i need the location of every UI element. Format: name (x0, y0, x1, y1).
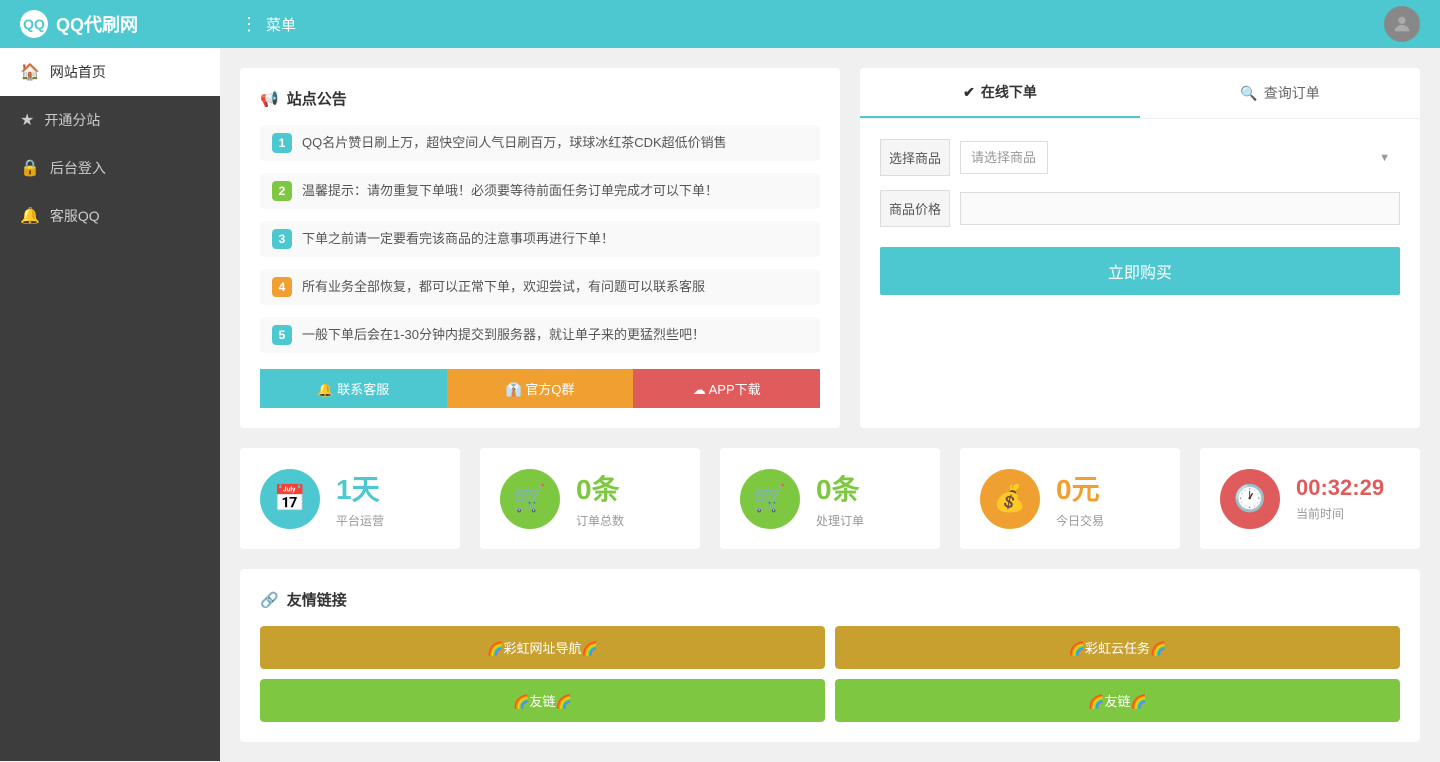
badge-2: 2 (272, 181, 292, 201)
announcement-text-2: 温馨提示：请勿重复下单哦！必须要等待前面任务订单完成才可以下单！ (302, 181, 718, 201)
announcement-text-3: 下单之前请一定要看完该商品的注意事项再进行下单！ (302, 229, 614, 249)
stat-card-today-trade: 💰 0元 今日交易 (960, 448, 1180, 549)
order-panel-body: 选择商品 请选择商品 商品价格 立即购买 (860, 119, 1420, 315)
product-select-row: 选择商品 请选择商品 (880, 139, 1400, 176)
today-trade-info: 0元 今日交易 (1056, 468, 1160, 529)
platform-days-info: 1天 平台运营 (336, 468, 440, 529)
friendly-links-title: 🔗 友情链接 (260, 589, 1400, 610)
current-time-value: 00:32:29 (1296, 475, 1400, 501)
app-download-button[interactable]: ☁ APP下载 (633, 369, 820, 408)
buy-button[interactable]: 立即购买 (880, 247, 1400, 295)
today-trade-value: 0元 (1056, 468, 1160, 508)
badge-1: 1 (272, 133, 292, 153)
tab-query-order[interactable]: 🔍 查询订单 (1140, 68, 1420, 118)
main-content: 📢 站点公告 1 QQ名片赞日刷上万，超快空间人气日刷百万，球球冰红茶CDK超低… (220, 48, 1440, 762)
announcement-item-5: 5 一般下单后会在1-30分钟内提交到服务器，就让单子来的更猛烈些吧！ (260, 317, 820, 353)
announcement-item-4: 4 所有业务全部恢复，都可以正常下单，欢迎尝试，有问题可以联系客服 (260, 269, 820, 305)
tab-online-order[interactable]: ✔ 在线下单 (860, 68, 1140, 118)
announcement-text-4: 所有业务全部恢复，都可以正常下单，欢迎尝试，有问题可以联系客服 (302, 277, 705, 297)
link-rainbow-task[interactable]: 🌈彩虹云任务🌈 (835, 626, 1400, 669)
stat-card-platform-days: 📅 1天 平台运营 (240, 448, 460, 549)
announcement-item-2: 2 温馨提示：请勿重复下单哦！必须要等待前面任务订单完成才可以下单！ (260, 173, 820, 209)
current-time-icon: 🕐 (1220, 469, 1280, 529)
link-rainbow-nav[interactable]: 🌈彩虹网址导航🌈 (260, 626, 825, 669)
friendly-links-card: 🔗 友情链接 🌈彩虹网址导航🌈 🌈彩虹云任务🌈 🌈友链🌈 🌈友链🌈 (240, 569, 1420, 742)
processing-orders-info: 0条 处理订单 (816, 468, 920, 529)
price-label: 商品价格 (880, 190, 950, 227)
link-friend-2[interactable]: 🌈友链🌈 (835, 679, 1400, 722)
lock-icon: 🔒 (20, 158, 40, 178)
badge-3: 3 (272, 229, 292, 249)
today-trade-label: 今日交易 (1056, 512, 1160, 529)
top-section: 📢 站点公告 1 QQ名片赞日刷上万，超快空间人气日刷百万，球球冰红茶CDK超低… (240, 68, 1420, 428)
announcement-item-1: 1 QQ名片赞日刷上万，超快空间人气日刷百万，球球冰红茶CDK超低价销售 (260, 125, 820, 161)
product-select-label: 选择商品 (880, 139, 950, 176)
stat-card-total-orders: 🛒 0条 订单总数 (480, 448, 700, 549)
announcement-icon: 📢 (260, 90, 279, 108)
announcement-buttons: 🔔 联系客服 👔 官方Q群 ☁ APP下载 (260, 369, 820, 408)
menu-button[interactable]: ⋮ 菜单 (240, 14, 296, 35)
platform-days-value: 1天 (336, 468, 440, 508)
badge-4: 4 (272, 277, 292, 297)
announcement-text-1: QQ名片赞日刷上万，超快空间人气日刷百万，球球冰红茶CDK超低价销售 (302, 133, 727, 153)
menu-dots-icon: ⋮ (240, 14, 260, 35)
sidebar-item-home[interactable]: 🏠 网站首页 (0, 48, 220, 96)
announcement-text-5: 一般下单后会在1-30分钟内提交到服务器，就让单子来的更猛烈些吧！ (302, 325, 705, 345)
links-icon: 🔗 (260, 591, 279, 609)
announcement-item-3: 3 下单之前请一定要看完该商品的注意事项再进行下单！ (260, 221, 820, 257)
sidebar-item-substation[interactable]: ★ 开通分站 (0, 96, 220, 144)
order-panel: ✔ 在线下单 🔍 查询订单 选择商品 请选择商品 (860, 68, 1420, 428)
announcement-card: 📢 站点公告 1 QQ名片赞日刷上万，超快空间人气日刷百万，球球冰红茶CDK超低… (240, 68, 840, 428)
price-row: 商品价格 (880, 190, 1400, 227)
processing-orders-icon: 🛒 (740, 469, 800, 529)
today-trade-icon: 💰 (980, 469, 1040, 529)
contact-customer-button[interactable]: 🔔 联系客服 (260, 369, 447, 408)
sidebar: 🏠 网站首页 ★ 开通分站 🔒 后台登入 🔔 客服QQ (0, 48, 220, 761)
sidebar-label-admin: 后台登入 (50, 158, 106, 178)
star-icon: ★ (20, 110, 34, 130)
stat-card-current-time: 🕐 00:32:29 当前时间 (1200, 448, 1420, 549)
query-order-icon: 🔍 (1240, 85, 1257, 102)
order-tabs: ✔ 在线下单 🔍 查询订单 (860, 68, 1420, 119)
processing-orders-value: 0条 (816, 468, 920, 508)
price-input[interactable] (960, 192, 1400, 225)
current-time-info: 00:32:29 当前时间 (1296, 475, 1400, 522)
stat-card-processing-orders: 🛒 0条 处理订单 (720, 448, 940, 549)
sidebar-item-admin[interactable]: 🔒 后台登入 (0, 144, 220, 192)
query-order-label: 查询订单 (1264, 83, 1320, 103)
menu-label: 菜单 (266, 14, 296, 35)
total-orders-info: 0条 订单总数 (576, 468, 680, 529)
bell-icon: 🔔 (20, 206, 40, 226)
processing-orders-label: 处理订单 (816, 512, 920, 529)
total-orders-label: 订单总数 (576, 512, 680, 529)
site-logo: QQ QQ代刷网 (20, 10, 240, 38)
platform-days-label: 平台运营 (336, 512, 440, 529)
online-order-label: 在线下单 (981, 82, 1037, 102)
current-time-label: 当前时间 (1296, 505, 1400, 522)
logo-icon: QQ (20, 10, 48, 38)
link-friend-1[interactable]: 🌈友链🌈 (260, 679, 825, 722)
top-navigation: QQ QQ代刷网 ⋮ 菜单 (0, 0, 1440, 48)
sidebar-label-home: 网站首页 (50, 62, 106, 82)
links-grid: 🌈彩虹网址导航🌈 🌈彩虹云任务🌈 🌈友链🌈 🌈友链🌈 (260, 626, 1400, 722)
total-orders-value: 0条 (576, 468, 680, 508)
badge-5: 5 (272, 325, 292, 345)
home-icon: 🏠 (20, 62, 40, 82)
product-select-wrapper: 请选择商品 (960, 141, 1400, 174)
platform-days-icon: 📅 (260, 469, 320, 529)
sidebar-label-customer-qq: 客服QQ (50, 206, 100, 226)
site-title: QQ代刷网 (56, 11, 138, 37)
sidebar-item-customer-qq[interactable]: 🔔 客服QQ (0, 192, 220, 240)
user-avatar[interactable] (1384, 6, 1420, 42)
sidebar-label-substation: 开通分站 (44, 110, 100, 130)
qq-group-button[interactable]: 👔 官方Q群 (447, 369, 634, 408)
online-order-icon: ✔ (963, 84, 975, 101)
product-select[interactable]: 请选择商品 (960, 141, 1048, 174)
stats-row: 📅 1天 平台运营 🛒 0条 订单总数 🛒 0条 处理订单 💰 0元 (240, 448, 1420, 549)
total-orders-icon: 🛒 (500, 469, 560, 529)
announcement-title: 📢 站点公告 (260, 88, 820, 109)
